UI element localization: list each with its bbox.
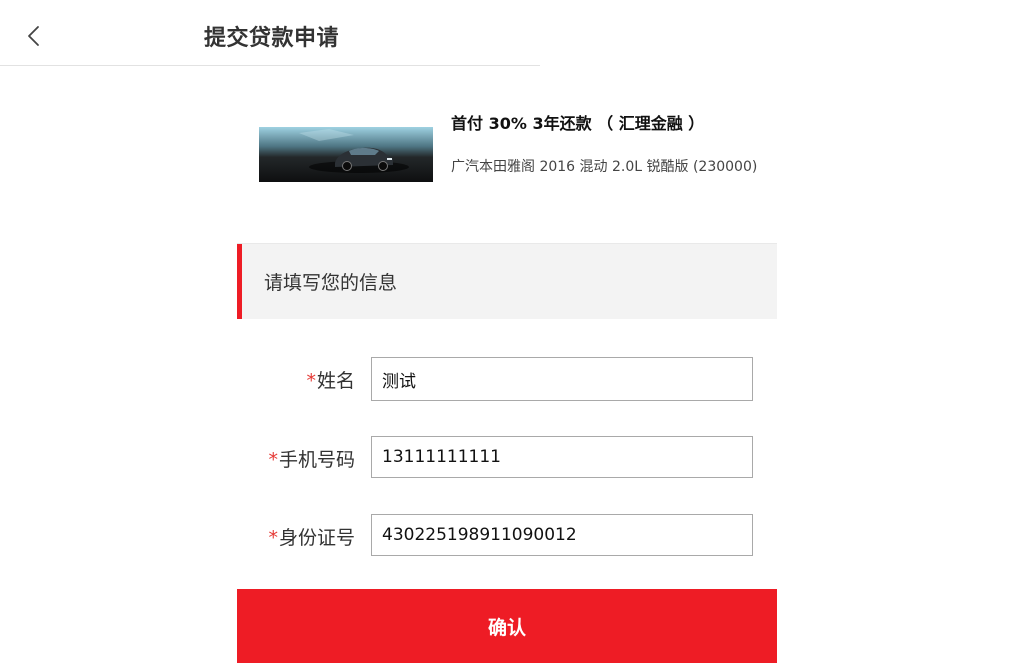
phone-label: *手机号码 xyxy=(268,445,355,472)
phone-label-text: 手机号码 xyxy=(278,449,355,471)
page-title: 提交贷款申请 xyxy=(204,26,340,51)
car-image xyxy=(259,127,433,182)
id-number-label: *身份证号 xyxy=(268,523,355,550)
loan-plan-title: 首付 30% 3年还款 （ 汇理金融 ） xyxy=(451,114,705,133)
chevron-left-icon xyxy=(28,26,39,46)
required-asterisk: * xyxy=(268,449,278,471)
loan-application-page: 提交贷款申请 首付 30% 3年还款 （ 汇理金融 ） 广汽本田雅阁 2016 … xyxy=(0,0,1014,663)
top-header: 提交贷款申请 xyxy=(0,0,540,66)
info-section-header: 请填写您的信息 xyxy=(237,243,777,319)
name-label: *姓名 xyxy=(306,366,355,393)
name-label-text: 姓名 xyxy=(316,370,355,392)
name-input[interactable] xyxy=(371,357,753,401)
section-title: 请填写您的信息 xyxy=(264,272,398,294)
confirm-button[interactable]: 确认 xyxy=(237,589,777,663)
section-accent-bar xyxy=(237,244,242,319)
required-asterisk: * xyxy=(268,527,278,549)
id-number-input[interactable] xyxy=(371,514,753,556)
id-number-label-text: 身份证号 xyxy=(278,527,355,549)
back-button[interactable] xyxy=(20,20,48,52)
car-model-text: 广汽本田雅阁 2016 混动 2.0L 锐酷版 (230000) xyxy=(451,159,758,175)
phone-input[interactable] xyxy=(371,436,753,478)
required-asterisk: * xyxy=(306,370,316,392)
